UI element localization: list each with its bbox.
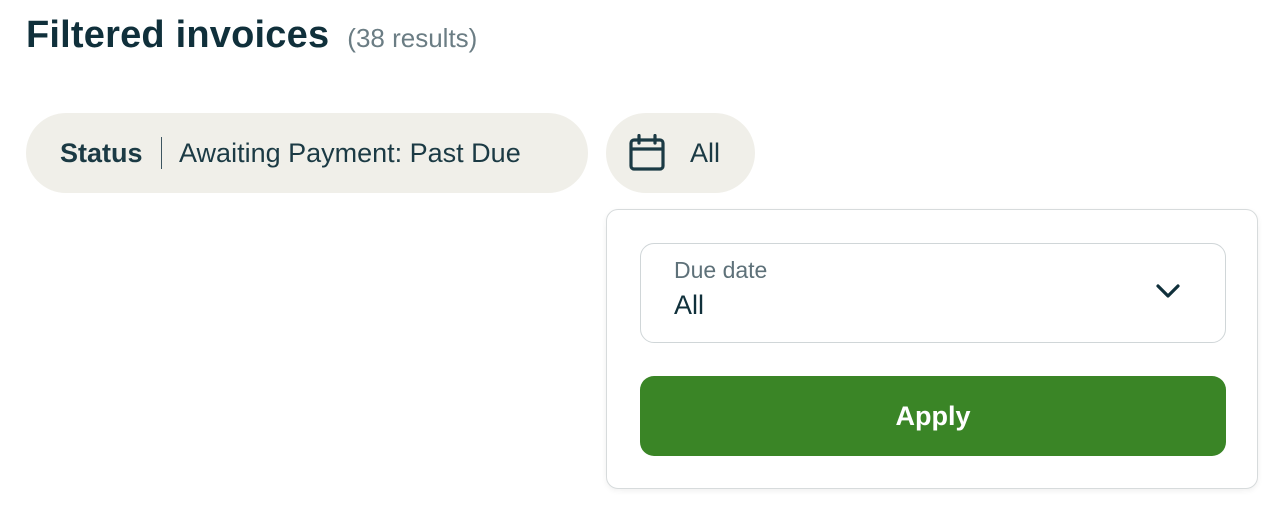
status-filter-label: Status	[60, 137, 143, 168]
due-date-label: Due date	[674, 257, 768, 283]
chevron-down-icon	[1155, 282, 1181, 300]
date-filter-value: All	[690, 137, 721, 168]
status-filter-value: Awaiting Payment: Past Due	[179, 137, 521, 168]
due-date-value: All	[674, 290, 705, 320]
apply-button[interactable]: Apply	[640, 376, 1226, 456]
page-title: Filtered invoices	[26, 14, 330, 56]
chip-divider	[160, 137, 163, 169]
filter-chips: Status Awaiting Payment: Past Due All	[26, 113, 755, 193]
calendar-icon	[628, 134, 666, 172]
date-filter-chip[interactable]: All	[606, 113, 755, 193]
status-filter-chip[interactable]: Status Awaiting Payment: Past Due	[26, 113, 588, 193]
due-date-select[interactable]: Due date All	[640, 243, 1226, 343]
result-count: (38 results)	[347, 23, 478, 53]
header: Filtered invoices (38 results)	[26, 14, 477, 57]
page: Filtered invoices (38 results) Status Aw…	[0, 0, 1272, 508]
date-filter-popover: Due date All Apply	[606, 209, 1258, 489]
